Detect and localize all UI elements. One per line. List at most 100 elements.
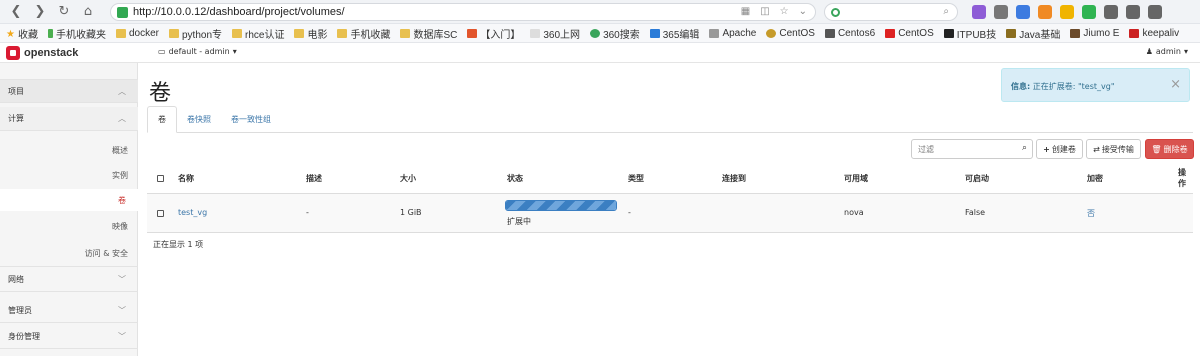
- reader-icon[interactable]: ◫: [760, 6, 769, 17]
- sidebar-item-compute[interactable]: 计算 ︿: [0, 107, 138, 131]
- sidebar-item-network[interactable]: 网络 ﹀: [0, 268, 138, 292]
- bookmark[interactable]: 【入门】: [467, 26, 520, 41]
- bookmark[interactable]: ITPUB技: [943, 26, 996, 41]
- undo-icon[interactable]: [1126, 5, 1140, 19]
- column-header[interactable]: 描述: [306, 173, 322, 184]
- info-alert: 信息: 正在扩展卷: "test_vg" ×: [1001, 68, 1190, 102]
- column-header[interactable]: 加密: [1087, 173, 1103, 184]
- sidebar-item-project[interactable]: 项目 ︿: [0, 79, 138, 103]
- user-menu[interactable]: ♟ admin ▾: [1146, 47, 1188, 56]
- star-icon: ★: [6, 28, 15, 40]
- bookmark[interactable]: 手机收藏: [337, 26, 390, 41]
- column-header[interactable]: 状态: [507, 173, 523, 184]
- page-icon: [530, 28, 541, 38]
- tab-consistency-groups[interactable]: 卷一致性组: [221, 106, 281, 133]
- folder-icon: [294, 28, 305, 38]
- openstack-logo[interactable]: openstack: [6, 46, 78, 60]
- column-header[interactable]: 类型: [628, 173, 644, 184]
- openstack-header: openstack ▭ default - admin ▾ ♟ admin ▾: [0, 43, 1200, 63]
- trash-icon: 🗑: [1151, 144, 1162, 154]
- delete-volumes-button[interactable]: 🗑 删除卷: [1145, 139, 1194, 159]
- close-icon[interactable]: ×: [1170, 77, 1181, 92]
- url-text: http://10.0.0.12/dashboard/project/volum…: [133, 6, 345, 18]
- transfer-icon: ⇄: [1093, 144, 1100, 154]
- folder-icon: [168, 28, 179, 38]
- item-count: 正在显示 1 项: [153, 240, 204, 249]
- volume-encrypted[interactable]: 否: [1087, 208, 1095, 219]
- create-volume-button[interactable]: + 创建卷: [1036, 139, 1083, 159]
- caret-down-icon: ▾: [1183, 47, 1188, 56]
- bookmark[interactable]: 360上网: [530, 26, 580, 41]
- column-header[interactable]: 大小: [400, 173, 416, 184]
- column-header[interactable]: 可启动: [965, 173, 989, 184]
- accept-transfer-button[interactable]: ⇄ 接受传输: [1086, 139, 1141, 159]
- game-icon[interactable]: [1038, 5, 1052, 19]
- column-header[interactable]: 连接到: [722, 173, 746, 184]
- bookmark[interactable]: python专: [168, 26, 222, 41]
- extensions-bar: [972, 5, 1162, 19]
- bookmark[interactable]: 数据库SC: [400, 26, 457, 41]
- scissors-icon[interactable]: [994, 5, 1008, 19]
- chevron-down-icon: ﹀: [118, 332, 126, 341]
- browser-search-box[interactable]: ⌕: [824, 3, 958, 21]
- volume-name-link[interactable]: test_vg: [178, 208, 207, 217]
- reload-icon[interactable]: ↻: [52, 0, 76, 24]
- site-icon: [467, 28, 478, 38]
- select-all-checkbox[interactable]: [157, 175, 164, 182]
- search-icon[interactable]: ⌕: [943, 6, 949, 17]
- column-header: 操作: [1178, 168, 1186, 188]
- status-progress-bar: [505, 200, 617, 211]
- bookmark[interactable]: 电影: [294, 26, 327, 41]
- apps-grid-icon[interactable]: [1104, 5, 1118, 19]
- shield-extension-icon[interactable]: [1060, 5, 1074, 19]
- search-icon[interactable]: ⌕: [1022, 143, 1027, 153]
- bookmark[interactable]: ★ 收藏: [6, 26, 38, 41]
- search-site-icon: [590, 28, 601, 38]
- bookmark[interactable]: CentOS: [766, 28, 815, 39]
- back-icon[interactable]: ❮: [4, 0, 28, 24]
- server-icon: ▭: [158, 47, 166, 56]
- home-icon[interactable]: ⌂: [76, 0, 100, 24]
- forward-icon[interactable]: ❯: [28, 0, 52, 24]
- address-tools: ▦ ◫ ☆ ⌄: [741, 6, 807, 17]
- centos-icon: [766, 28, 777, 38]
- address-bar[interactable]: http://10.0.0.12/dashboard/project/volum…: [110, 3, 816, 21]
- favorite-icon[interactable]: ☆: [780, 6, 789, 17]
- row-checkbox[interactable]: [157, 210, 164, 217]
- filter-input[interactable]: [912, 140, 1012, 158]
- folder-icon: [400, 28, 411, 38]
- search-extension-icon[interactable]: [1016, 5, 1030, 19]
- bookmark[interactable]: keepaliv: [1129, 28, 1179, 39]
- bookmark[interactable]: CentOS: [885, 28, 934, 39]
- alert-message: 信息: 正在扩展卷: "test_vg": [1011, 82, 1115, 91]
- sidebar-item-volumes[interactable]: 卷: [0, 189, 138, 211]
- column-header[interactable]: 可用域: [844, 173, 868, 184]
- qr-icon[interactable]: ▦: [741, 6, 750, 17]
- bookmark[interactable]: docker: [115, 28, 159, 39]
- menu-icon[interactable]: [1148, 5, 1162, 19]
- tab-volume-snapshots[interactable]: 卷快照: [177, 106, 221, 133]
- bookmark[interactable]: 360搜索: [590, 26, 640, 41]
- tab-bar: 卷 卷快照 卷一致性组: [147, 106, 1193, 133]
- phone-icon: [47, 28, 53, 38]
- bookmark[interactable]: rhce认证: [232, 26, 284, 41]
- dropdown-icon[interactable]: ⌄: [799, 6, 807, 17]
- wechat-icon[interactable]: [1082, 5, 1096, 19]
- sidebar-item-instances[interactable]: 实例: [0, 165, 138, 185]
- bookmark[interactable]: Centos6: [824, 28, 875, 39]
- tab-volumes[interactable]: 卷: [147, 106, 177, 133]
- bookmark[interactable]: Apache: [709, 28, 756, 39]
- bookmark[interactable]: 手机收藏夹: [47, 26, 106, 41]
- bookmark[interactable]: 365编辑: [649, 26, 699, 41]
- extension-icon[interactable]: [972, 5, 986, 19]
- sidebar-item-admin[interactable]: 管理员 ﹀: [0, 299, 138, 323]
- search-engine-icon: [831, 8, 840, 17]
- sidebar-item-access-security[interactable]: 访问 & 安全: [0, 241, 138, 267]
- bookmark[interactable]: Jiumo E: [1070, 28, 1119, 39]
- sidebar-item-overview[interactable]: 概述: [0, 140, 138, 160]
- column-header[interactable]: 名称: [178, 173, 194, 184]
- bookmark[interactable]: Java基础: [1006, 26, 1060, 41]
- sidebar-item-images[interactable]: 映像: [0, 216, 138, 236]
- project-selector[interactable]: ▭ default - admin ▾: [158, 47, 237, 56]
- sidebar-item-identity[interactable]: 身份管理 ﹀: [0, 325, 138, 349]
